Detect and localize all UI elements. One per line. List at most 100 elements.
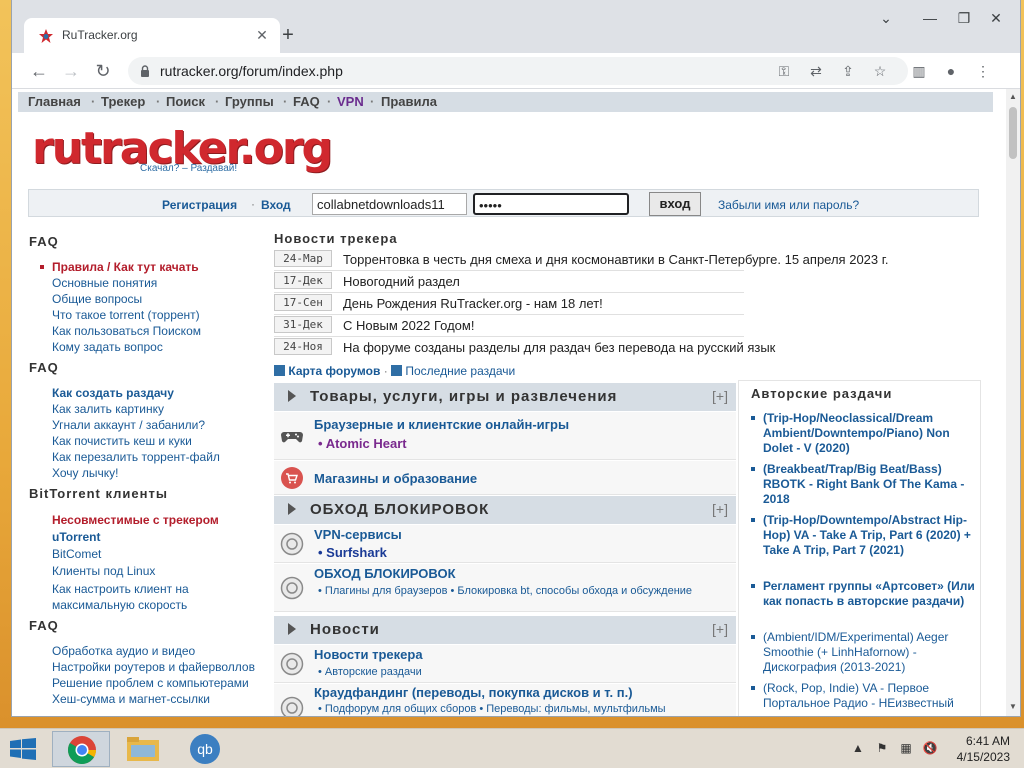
release-link[interactable]: (Trip-Hop/Downtempo/Abstract Hip-Hop) VA…: [763, 513, 975, 558]
release-link[interactable]: (Breakbeat/Trap/Big Beat/Bass) RBOTK - R…: [763, 462, 975, 507]
menu-faq[interactable]: FAQ: [293, 94, 320, 109]
subforum-link[interactable]: • Авторские раздачи: [318, 666, 422, 678]
category-header[interactable]: Новости [+]: [274, 616, 736, 644]
news-item-link[interactable]: На форуме созданы разделы для раздач без…: [343, 340, 775, 355]
forum-link[interactable]: Магазины и образование: [314, 471, 477, 486]
close-window-icon[interactable]: ✕: [984, 10, 1008, 30]
sidebar-link-create-release[interactable]: Как создать раздачу: [52, 386, 174, 400]
forum-link[interactable]: Браузерные и клиентские онлайн-игры: [314, 417, 569, 432]
profile-avatar-icon[interactable]: ●: [940, 60, 962, 82]
sidebar-link[interactable]: Обработка аудио и видео: [52, 644, 195, 658]
network-icon[interactable]: ▦: [898, 741, 914, 757]
tab-search-icon[interactable]: ⌄: [874, 10, 898, 30]
forum-link[interactable]: ОБХОД БЛОКИРОВОК: [314, 566, 456, 581]
scroll-down-icon[interactable]: ▼: [1009, 702, 1017, 711]
news-item-link[interactable]: С Новым 2022 Годом!: [343, 318, 474, 333]
username-field[interactable]: collabnetdownloads11: [312, 193, 467, 215]
sidebar-link-utorrent[interactable]: uTorrent: [52, 530, 100, 544]
release-link[interactable]: Регламент группы «Артсовет» (Или как поп…: [763, 579, 975, 609]
menu-rules[interactable]: Правила: [381, 94, 437, 109]
news-item-link[interactable]: День Рождения RuTracker.org - нам 18 лет…: [343, 296, 603, 311]
sidebar-link[interactable]: Общие вопросы: [52, 292, 142, 306]
windows-start-icon[interactable]: [10, 738, 36, 760]
sidebar-link[interactable]: Что такое torrent (торрент): [52, 308, 200, 322]
translate-icon[interactable]: ⇄: [806, 61, 826, 81]
subforum-links[interactable]: • Плагины для браузеров • Блокировка bt,…: [318, 585, 698, 598]
taskbar-chrome[interactable]: [52, 731, 110, 767]
browser-tab[interactable]: RuTracker.org ✕: [24, 18, 280, 53]
release-link[interactable]: (Trip-Hop/Neoclassical/Dream Ambient/Dow…: [763, 411, 975, 456]
tray-show-hidden-icon[interactable]: ▲: [850, 741, 866, 757]
back-icon[interactable]: ←: [28, 60, 50, 82]
register-link[interactable]: Регистрация: [162, 198, 237, 212]
category-expand-toggle[interactable]: [+]: [712, 501, 728, 517]
sidebar-link[interactable]: Угнали аккаунт / забанили?: [52, 418, 205, 432]
login-bar: Регистрация · Вход collabnetdownloads11 …: [28, 189, 979, 217]
sidebar-link[interactable]: Хеш-сумма и магнет-ссылки: [52, 692, 210, 706]
sidebar-link[interactable]: Хочу лычку!: [52, 466, 118, 480]
menu-vpn[interactable]: VPN: [337, 94, 364, 109]
sidebar-link[interactable]: Настройки роутеров и файерволлов: [52, 660, 255, 674]
author-releases-panel: Авторские раздачи (Trip-Hop/Neoclassical…: [738, 380, 981, 716]
sidebar-link[interactable]: Как залить картинку: [52, 402, 164, 416]
sidebar-link-incompatible[interactable]: Несовместимые с трекером: [52, 513, 219, 527]
menu-tracker[interactable]: Трекер: [101, 94, 145, 109]
subforum-link[interactable]: • Surfshark: [318, 545, 387, 560]
maximize-icon[interactable]: ❐: [952, 10, 976, 30]
tab-close-icon[interactable]: ✕: [252, 25, 272, 45]
forum-link[interactable]: VPN-сервисы: [314, 527, 402, 542]
url-text: rutracker.org/forum/index.php: [160, 63, 343, 79]
system-clock[interactable]: 6:41 AM 4/15/2023: [957, 733, 1010, 765]
menu-separator: ·: [283, 94, 288, 109]
sidebar-link[interactable]: Основные понятия: [52, 276, 157, 290]
menu-search[interactable]: Поиск: [166, 94, 205, 109]
subforum-links[interactable]: • Подфорум для общих сборов • Переводы: …: [318, 703, 666, 715]
more-menu-icon[interactable]: ⋮: [972, 60, 994, 82]
bookmark-star-icon[interactable]: ☆: [870, 61, 890, 81]
sidebar-link[interactable]: Как перезалить торрент-файл: [52, 450, 220, 464]
category-expand-toggle[interactable]: [+]: [712, 621, 728, 637]
forum-link[interactable]: Новости трекера: [314, 647, 423, 662]
volume-muted-icon[interactable]: 🔇: [922, 741, 938, 757]
share-icon[interactable]: ⇪: [838, 61, 858, 81]
forum-map-link[interactable]: Карта форумов: [288, 364, 380, 378]
taskbar-file-explorer[interactable]: [114, 731, 172, 767]
scroll-up-icon[interactable]: ▲: [1009, 92, 1017, 101]
forgot-password-link[interactable]: Забыли имя или пароль?: [718, 198, 859, 212]
sidebar-link[interactable]: Решение проблем с компьютерами: [52, 676, 249, 690]
new-tab-button[interactable]: +: [276, 24, 300, 48]
forward-icon[interactable]: →: [60, 60, 82, 82]
menu-groups[interactable]: Группы: [225, 94, 274, 109]
sidebar-link[interactable]: Кому задать вопрос: [52, 340, 163, 354]
sidebar-link[interactable]: Как пользоваться Поиском: [52, 324, 201, 338]
key-icon[interactable]: ⚿: [774, 61, 794, 81]
sidebar-link-rules[interactable]: Правила / Как тут качать: [52, 260, 199, 274]
login-submit-button[interactable]: вход: [649, 192, 701, 216]
menu-home[interactable]: Главная: [28, 94, 81, 109]
news-item-link[interactable]: Новогодний раздел: [343, 274, 460, 289]
taskbar-qbittorrent[interactable]: qb: [176, 731, 234, 767]
address-bar[interactable]: rutracker.org/forum/index.php ⚿ ⇄ ⇪ ☆: [128, 57, 908, 85]
enter-link[interactable]: Вход: [261, 198, 291, 212]
recent-releases-link[interactable]: Последние раздачи: [405, 364, 515, 378]
release-link[interactable]: (Ambient/IDM/Experimental) Aeger Smoothi…: [763, 630, 975, 675]
side-panel-icon[interactable]: ▥: [908, 60, 930, 82]
category-expand-toggle[interactable]: [+]: [712, 388, 728, 404]
news-divider: [274, 336, 744, 337]
action-center-flag-icon[interactable]: ⚑: [874, 741, 890, 757]
sidebar-link[interactable]: Клиенты под Linux: [52, 564, 155, 578]
news-item-link[interactable]: Торрентовка в честь дня смеха и дня косм…: [343, 252, 889, 267]
page-scrollbar[interactable]: ▲ ▼: [1006, 89, 1020, 716]
forum-link[interactable]: Краудфандинг (переводы, покупка дисков и…: [314, 685, 633, 700]
minimize-icon[interactable]: —: [918, 10, 942, 30]
reload-icon[interactable]: ↻: [92, 60, 114, 82]
sidebar-link[interactable]: BitComet: [52, 547, 101, 561]
scroll-thumb[interactable]: [1009, 107, 1017, 159]
sidebar-link[interactable]: Как настроить клиент на максимальную ско…: [52, 581, 232, 613]
sidebar-link[interactable]: Как почистить кеш и куки: [52, 434, 192, 448]
subforum-link[interactable]: • Atomic Heart: [318, 436, 407, 451]
release-link[interactable]: (Rock, Pop, Indie) VA - Первое Портально…: [763, 681, 975, 711]
category-header[interactable]: ОБХОД БЛОКИРОВОК [+]: [274, 496, 736, 524]
password-field[interactable]: •••••: [473, 193, 629, 215]
category-header[interactable]: Товары, услуги, игры и развлечения [+]: [274, 383, 736, 411]
